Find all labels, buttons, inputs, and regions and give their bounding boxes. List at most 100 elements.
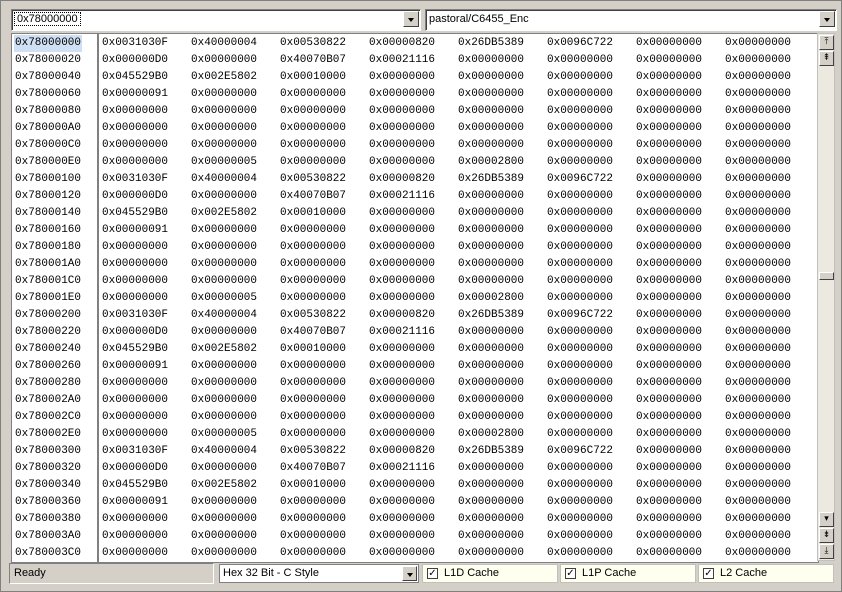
memory-cell[interactable]: 0x00000000 (458, 188, 524, 205)
memory-cell[interactable]: 0x00000005 (191, 154, 257, 171)
memory-cell[interactable]: 0x00000000 (547, 426, 613, 443)
row-address[interactable]: 0x780001E0 (15, 290, 81, 307)
memory-cell[interactable]: 0x26DB5389 (458, 443, 524, 460)
memory-cell[interactable]: 0x045529B0 (102, 69, 168, 86)
memory-cell[interactable]: 0x00000000 (636, 290, 702, 307)
memory-cell[interactable]: 0x00000000 (458, 137, 524, 154)
row-address[interactable]: 0x78000100 (15, 171, 81, 188)
memory-cell[interactable]: 0x00000000 (280, 154, 346, 171)
memory-cell[interactable]: 0x00000000 (458, 324, 524, 341)
row-address[interactable]: 0x78000380 (15, 511, 81, 528)
l1p-cache-toggle[interactable]: ✓ L1P Cache (560, 564, 696, 583)
memory-cell[interactable]: 0x00000000 (636, 375, 702, 392)
memory-cell[interactable]: 0x00000000 (191, 103, 257, 120)
row-address[interactable]: 0x780003A0 (15, 528, 81, 545)
row-address[interactable]: 0x78000080 (15, 103, 81, 120)
memory-cell[interactable]: 0x00000000 (725, 52, 791, 69)
memory-cell[interactable]: 0x0096C722 (547, 307, 613, 324)
memory-cell[interactable]: 0x00000000 (547, 460, 613, 477)
memory-cell[interactable]: 0x00000000 (547, 273, 613, 290)
memory-cell[interactable]: 0x26DB5389 (458, 171, 524, 188)
memory-cell[interactable]: 0x00000000 (547, 290, 613, 307)
memory-cell[interactable]: 0x00000000 (280, 120, 346, 137)
memory-cell[interactable]: 0x00000000 (191, 324, 257, 341)
memory-cell[interactable]: 0x00000000 (636, 120, 702, 137)
memory-cell[interactable]: 0x00000000 (636, 511, 702, 528)
memory-cell[interactable]: 0x00000000 (458, 545, 524, 562)
memory-cell[interactable]: 0x00000000 (547, 69, 613, 86)
memory-cell[interactable]: 0x40070B07 (280, 188, 346, 205)
memory-cell[interactable]: 0x40000004 (191, 443, 257, 460)
memory-cell[interactable]: 0x00000000 (725, 188, 791, 205)
memory-cell[interactable]: 0x00000000 (547, 477, 613, 494)
address-dropdown-button[interactable] (403, 11, 419, 27)
memory-cell[interactable]: 0x00000000 (369, 511, 435, 528)
memory-cell[interactable]: 0x00000000 (191, 222, 257, 239)
row-address[interactable]: 0x780002E0 (15, 426, 81, 443)
memory-cell[interactable]: 0x00000000 (191, 511, 257, 528)
memory-cell[interactable]: 0x00000000 (369, 256, 435, 273)
memory-cell[interactable]: 0x00000000 (636, 256, 702, 273)
memory-cell[interactable]: 0x00000000 (191, 494, 257, 511)
memory-cell[interactable]: 0x0096C722 (547, 171, 613, 188)
memory-cell[interactable]: 0x00000000 (369, 528, 435, 545)
memory-cell[interactable]: 0x00000000 (547, 222, 613, 239)
memory-cell[interactable]: 0x00000000 (191, 52, 257, 69)
row-address[interactable]: 0x78000120 (15, 188, 81, 205)
row-address[interactable]: 0x78000280 (15, 375, 81, 392)
memory-cell[interactable]: 0x00000000 (636, 307, 702, 324)
memory-cell[interactable]: 0x00000000 (725, 205, 791, 222)
memory-cell[interactable]: 0x00000000 (369, 205, 435, 222)
row-address[interactable]: 0x78000220 (15, 324, 81, 341)
memory-cell[interactable]: 0x00000000 (280, 256, 346, 273)
memory-cell[interactable]: 0x00000000 (102, 154, 168, 171)
memory-cell[interactable]: 0x40070B07 (280, 460, 346, 477)
memory-cell[interactable]: 0x00000000 (636, 494, 702, 511)
memory-cell[interactable]: 0x00000000 (547, 324, 613, 341)
memory-cell[interactable]: 0x00000000 (102, 409, 168, 426)
memory-cell[interactable]: 0x00000000 (547, 528, 613, 545)
memory-cell[interactable]: 0x00000000 (369, 137, 435, 154)
memory-cell[interactable]: 0x00000000 (191, 86, 257, 103)
memory-cell[interactable]: 0x00000000 (369, 358, 435, 375)
memory-cell[interactable]: 0x00000000 (725, 86, 791, 103)
memory-cell[interactable]: 0x00000000 (102, 426, 168, 443)
memory-cell[interactable]: 0x00000000 (191, 137, 257, 154)
row-address[interactable]: 0x780001A0 (15, 256, 81, 273)
memory-cell[interactable]: 0x00000000 (191, 545, 257, 562)
context-combobox[interactable]: pastoral/C6455_Enc (425, 9, 837, 31)
memory-cell[interactable]: 0x00000000 (191, 188, 257, 205)
memory-cell[interactable]: 0x045529B0 (102, 477, 168, 494)
memory-cell[interactable]: 0x00000820 (369, 171, 435, 188)
memory-cell[interactable]: 0x0096C722 (547, 35, 613, 52)
memory-cell[interactable]: 0x00000005 (191, 290, 257, 307)
memory-cell[interactable]: 0x0031030F (102, 35, 168, 52)
memory-cell[interactable]: 0x00000000 (547, 375, 613, 392)
memory-cell[interactable]: 0x00000000 (458, 120, 524, 137)
memory-cell[interactable]: 0x00000000 (369, 341, 435, 358)
memory-cell[interactable]: 0x00000000 (636, 392, 702, 409)
memory-cell[interactable]: 0x00000000 (725, 154, 791, 171)
memory-cell[interactable]: 0x00000000 (191, 409, 257, 426)
memory-cell[interactable]: 0x00000000 (725, 324, 791, 341)
memory-cell[interactable]: 0x40000004 (191, 35, 257, 52)
memory-cell[interactable]: 0x00000000 (191, 460, 257, 477)
row-address[interactable]: 0x78000160 (15, 222, 81, 239)
memory-cell[interactable]: 0x00000000 (369, 545, 435, 562)
memory-cell[interactable]: 0x00000000 (725, 137, 791, 154)
memory-cell[interactable]: 0x00000000 (547, 52, 613, 69)
memory-cell[interactable]: 0x00000000 (636, 86, 702, 103)
memory-cell[interactable]: 0x00000000 (636, 545, 702, 562)
memory-cell[interactable]: 0x00000091 (102, 86, 168, 103)
memory-cell[interactable]: 0x00000000 (725, 494, 791, 511)
memory-cell[interactable]: 0x00021116 (369, 52, 435, 69)
scrollbar-thumb[interactable] (819, 272, 834, 280)
memory-cell[interactable]: 0x00002800 (458, 154, 524, 171)
memory-cell[interactable]: 0x00000000 (636, 528, 702, 545)
row-address[interactable]: 0x78000000 (14, 35, 83, 52)
format-dropdown-button[interactable] (402, 566, 417, 581)
memory-cell[interactable]: 0x00000000 (725, 358, 791, 375)
memory-cell[interactable]: 0x00000000 (725, 35, 791, 52)
memory-cell[interactable]: 0x00000000 (369, 86, 435, 103)
memory-cell[interactable]: 0x00000000 (725, 273, 791, 290)
